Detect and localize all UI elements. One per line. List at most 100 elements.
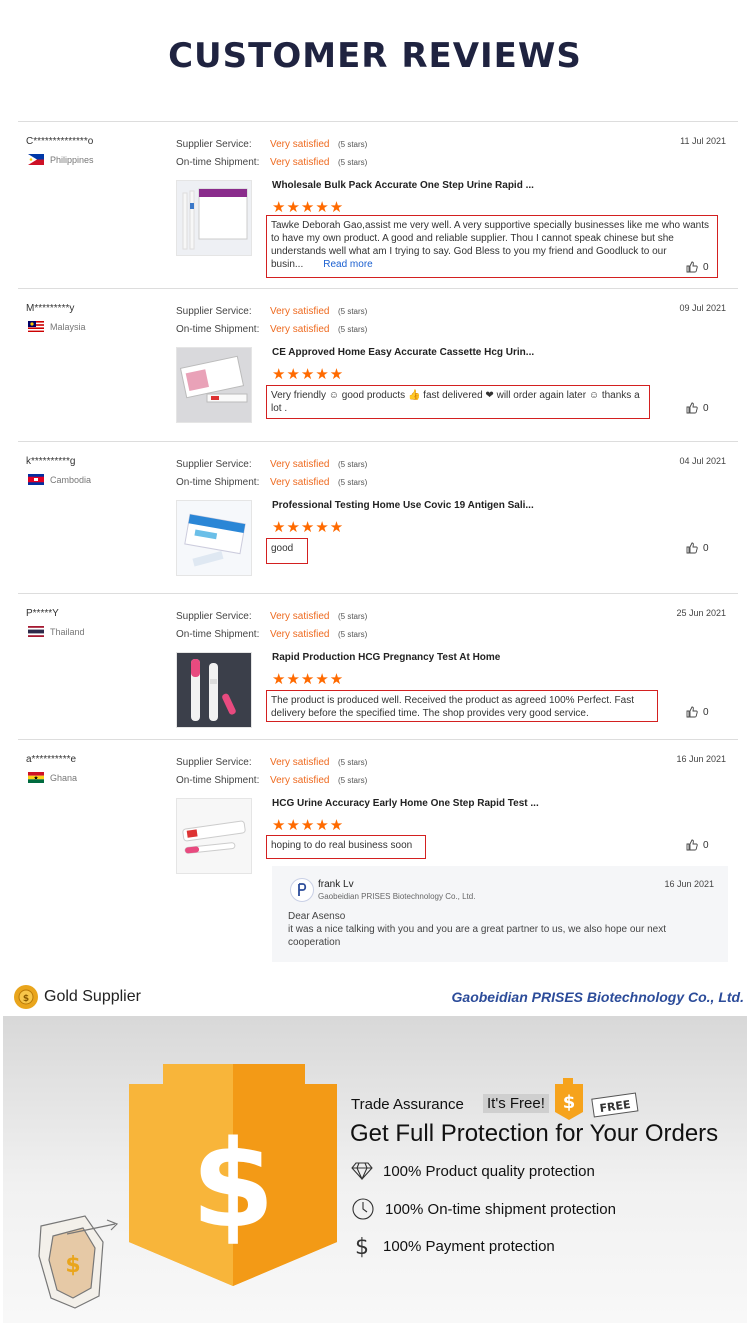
like-count: 0 bbox=[703, 706, 709, 718]
rating-stars: ★★★★★ bbox=[272, 199, 345, 216]
rating-stars: ★★★★★ bbox=[272, 366, 345, 383]
ratings: Supplier Service: Very satisfied (5 stars)… bbox=[176, 754, 367, 790]
rating-stars: ★★★★★ bbox=[272, 519, 345, 536]
comment-text: Very friendly ☺ good products 👍 fast del… bbox=[271, 390, 640, 414]
like-button[interactable]: 0 bbox=[686, 706, 709, 718]
supplier-rating: Very satisfied bbox=[270, 459, 330, 470]
free-badge: It's Free! bbox=[483, 1094, 549, 1113]
product-title[interactable]: Professional Testing Home Use Covic 19 A… bbox=[272, 500, 534, 511]
clock-icon bbox=[352, 1198, 374, 1220]
ontime-shipment-label: On-time Shipment: bbox=[176, 775, 260, 786]
product-thumbnail[interactable] bbox=[176, 798, 252, 874]
protection-item-label: 100% Payment protection bbox=[383, 1237, 555, 1255]
shipment-rating: Very satisfied bbox=[270, 477, 330, 488]
rating-stars: ★★★★★ bbox=[272, 817, 345, 834]
review-card: M*********y Malaysia Supplier Service: Ve… bbox=[18, 288, 738, 441]
review-date: 04 Jul 2021 bbox=[679, 456, 726, 466]
comment-text: The product is produced well. Received t… bbox=[271, 695, 634, 719]
product-thumbnail[interactable] bbox=[176, 500, 252, 576]
reply-date: 16 Jun 2021 bbox=[664, 879, 714, 889]
shipment-stars-count: (5 stars) bbox=[338, 776, 368, 785]
svg-text:$: $ bbox=[23, 994, 29, 1004]
comment-text: hoping to do real business soon bbox=[271, 840, 413, 851]
supplier-rating: Very satisfied bbox=[270, 139, 330, 150]
country-label: Ghana bbox=[50, 772, 78, 783]
review-date: 11 Jul 2021 bbox=[680, 136, 726, 146]
ontime-shipment-label: On-time Shipment: bbox=[176, 629, 260, 640]
thumbs-up-icon bbox=[686, 402, 698, 414]
thailand-flag-icon bbox=[28, 626, 44, 637]
thumbs-up-icon bbox=[686, 839, 698, 851]
supplier-service-label: Supplier Service: bbox=[176, 139, 252, 150]
review-card: C**************o Philippines Supplier Se… bbox=[18, 121, 738, 288]
svg-text:$: $ bbox=[65, 1253, 80, 1278]
review-card: P*****Y Thailand Supplier Service: Very s… bbox=[18, 593, 738, 739]
reviewer-name: C**************o bbox=[26, 136, 94, 147]
like-button[interactable]: 0 bbox=[686, 542, 709, 554]
reply-greeting: Dear Asenso bbox=[288, 911, 346, 922]
svg-text:$: $ bbox=[355, 1235, 369, 1258]
reviewer-name: M*********y bbox=[26, 303, 75, 314]
shipment-rating: Very satisfied bbox=[270, 324, 330, 335]
product-title[interactable]: HCG Urine Accuracy Early Home One Step R… bbox=[272, 798, 539, 809]
read-more-link[interactable]: Read more bbox=[323, 259, 372, 270]
review-date: 16 Jun 2021 bbox=[676, 754, 726, 764]
dollar-icon: $ bbox=[355, 1235, 369, 1258]
reply-body: Dear Asenso it was a nice talking with y… bbox=[288, 910, 718, 949]
supplier-service-label: Supplier Service: bbox=[176, 757, 252, 768]
reviewer-country: Philippines bbox=[28, 154, 94, 165]
supplier-rating: Very satisfied bbox=[270, 611, 330, 622]
reviewer-name: a**********e bbox=[26, 754, 77, 765]
gold-medal-icon: $ bbox=[14, 985, 38, 1009]
supplier-stars-count: (5 stars) bbox=[338, 758, 368, 767]
thumbs-up-icon bbox=[686, 706, 698, 718]
ratings: Supplier Service: Very satisfied (5 stars)… bbox=[176, 303, 367, 339]
product-title[interactable]: Wholesale Bulk Pack Accurate One Step Ur… bbox=[272, 180, 534, 191]
gold-supplier-label: Gold Supplier bbox=[44, 988, 141, 1005]
supplier-rating: Very satisfied bbox=[270, 306, 330, 317]
trade-assurance-headline: Get Full Protection for Your Orders bbox=[350, 1120, 719, 1147]
supplier-stars-count: (5 stars) bbox=[338, 612, 368, 621]
ghana-flag-icon bbox=[28, 772, 44, 783]
like-button[interactable]: 0 bbox=[686, 261, 709, 273]
reply-text: it was a nice talking with you and you a… bbox=[288, 924, 666, 948]
ratings: Supplier Service: Very satisfied (5 stars)… bbox=[176, 608, 367, 644]
shipment-rating: Very satisfied bbox=[270, 157, 330, 168]
review-comment: Tawke Deborah Gao,assist me very well. A… bbox=[266, 215, 718, 278]
reviewer-name: P*****Y bbox=[26, 608, 59, 619]
product-title[interactable]: CE Approved Home Easy Accurate Cassette … bbox=[272, 347, 534, 358]
like-button[interactable]: 0 bbox=[686, 402, 709, 414]
supplier-service-label: Supplier Service: bbox=[176, 459, 252, 470]
like-count: 0 bbox=[703, 402, 709, 414]
shipment-stars-count: (5 stars) bbox=[338, 325, 368, 334]
country-label: Malaysia bbox=[50, 321, 86, 332]
comment-text: good bbox=[271, 543, 294, 554]
svg-text:$: $ bbox=[191, 1116, 275, 1255]
supplier-rating: Very satisfied bbox=[270, 757, 330, 768]
reviewer-name: k**********g bbox=[26, 456, 76, 467]
reply-author: frank Lv bbox=[318, 879, 354, 890]
country-label: Philippines bbox=[50, 154, 94, 165]
diamond-icon bbox=[351, 1162, 373, 1180]
payment-protection: $ 100% Payment protection bbox=[351, 1234, 555, 1258]
like-count: 0 bbox=[703, 839, 709, 851]
review-comment: The product is produced well. Received t… bbox=[266, 690, 658, 722]
thumbs-up-icon bbox=[686, 542, 698, 554]
shipment-stars-count: (5 stars) bbox=[338, 158, 368, 167]
ratings: Supplier Service: Very satisfied (5 stars)… bbox=[176, 136, 367, 172]
product-thumbnail[interactable] bbox=[176, 347, 252, 423]
trade-assurance-banner: $ $ Trade Assurance It's Free! $ FREE Ge… bbox=[3, 1016, 747, 1323]
product-title[interactable]: Rapid Production HCG Pregnancy Test At H… bbox=[272, 652, 500, 663]
shipment-stars-count: (5 stars) bbox=[338, 478, 368, 487]
product-thumbnail[interactable] bbox=[176, 652, 252, 728]
svg-text:$: $ bbox=[563, 1092, 576, 1113]
supplier-logo-icon bbox=[290, 878, 314, 902]
product-thumbnail[interactable] bbox=[176, 180, 252, 256]
gold-supplier-badge: $ Gold Supplier bbox=[14, 985, 141, 1009]
like-button[interactable]: 0 bbox=[686, 839, 709, 851]
review-card: k**********g Cambodia Supplier Service: V… bbox=[18, 441, 738, 593]
shipment-stars-count: (5 stars) bbox=[338, 630, 368, 639]
supplier-stars-count: (5 stars) bbox=[338, 140, 368, 149]
malaysia-flag-icon bbox=[28, 321, 44, 332]
page-title: CUSTOMER REVIEWS bbox=[168, 36, 582, 76]
